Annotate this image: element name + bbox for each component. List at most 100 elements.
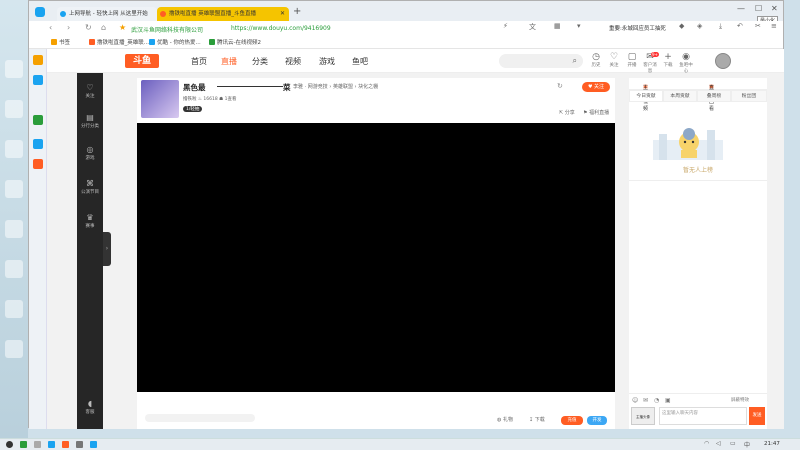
send-button[interactable]: 发送 xyxy=(749,407,765,425)
taskbar-browser-icon[interactable] xyxy=(90,441,97,448)
left-nav-games[interactable]: ◎ 游戏 xyxy=(77,145,103,161)
taskbar-app-icon[interactable] xyxy=(76,441,83,448)
close-button[interactable]: ✕ xyxy=(771,4,778,13)
ime-icon[interactable]: 中 xyxy=(744,440,750,449)
tab-douyu[interactable]: 撸铁啦直播 英雄联盟直播_斗鱼直播 ✕ xyxy=(157,7,289,21)
wechat-icon[interactable] xyxy=(33,115,43,125)
tab-weekly-rank[interactable]: 叠周榜 xyxy=(697,90,731,102)
follow-button[interactable]: ♥ 关注 xyxy=(582,82,610,92)
tab-grid-icon[interactable]: ▦ xyxy=(554,22,561,30)
header-messages[interactable]: ✉ 9+ 客户消息 xyxy=(642,52,659,74)
anchor-avatar[interactable] xyxy=(141,80,179,118)
network-icon[interactable]: ◠ xyxy=(704,440,709,447)
left-nav-category[interactable]: ▤ 分行分类 xyxy=(77,113,103,129)
tab-week[interactable]: 本周贡献 xyxy=(663,90,697,102)
scissors-icon[interactable]: ✂ xyxy=(755,22,761,30)
gift-bar-input[interactable] xyxy=(145,414,255,422)
desktop-icon[interactable] xyxy=(5,340,23,358)
nav-category[interactable]: 分类 xyxy=(252,56,268,67)
emoji-icon[interactable]: ☺ xyxy=(632,397,638,404)
collapse-handle[interactable]: › xyxy=(103,232,111,266)
taskbar-app-icon[interactable] xyxy=(62,441,69,448)
lightning-icon[interactable]: ⚡ xyxy=(503,22,508,30)
start-button[interactable]: 开发 xyxy=(587,416,607,425)
header-download[interactable]: + 下载 xyxy=(660,52,676,68)
shield-effects-toggle[interactable]: 屏蔽特效 xyxy=(731,397,749,403)
star-icon[interactable]: ★ xyxy=(119,23,126,32)
bookmark-item[interactable]: 书签 xyxy=(51,38,70,46)
taskbar-app-icon[interactable] xyxy=(48,441,55,448)
download-icon[interactable]: ⤓ xyxy=(719,22,722,31)
sidebar-app-icon[interactable] xyxy=(33,159,43,169)
taskbar-app-icon[interactable] xyxy=(34,441,41,448)
desktop-strip xyxy=(0,0,28,438)
refresh-icon[interactable]: ↻ xyxy=(85,23,92,32)
url-input[interactable]: https://www.douyu.com/9416909 xyxy=(231,25,331,32)
desktop-icon[interactable] xyxy=(5,180,23,198)
header-broadcast[interactable]: ▢ 开播 xyxy=(624,52,640,68)
bookmark-item[interactable]: 优酷 - 你的热爱... xyxy=(149,38,201,46)
desktop-icon[interactable] xyxy=(5,60,23,78)
translate-icon[interactable]: 文 xyxy=(529,22,536,32)
back-icon[interactable]: ‹ xyxy=(49,23,52,32)
left-nav-follow[interactable]: ♡ 关注 xyxy=(77,83,103,99)
header-yuba-center[interactable]: ◉ 鱼吧中心 xyxy=(678,52,694,74)
nav-yuba[interactable]: 鱼吧 xyxy=(352,56,368,67)
desktop-icon[interactable] xyxy=(5,220,23,238)
report-button[interactable]: ⚑ 福利直播 xyxy=(583,109,609,116)
left-nav-service[interactable]: ◖ 客服 xyxy=(77,399,103,415)
gift-small-icon[interactable]: ✉ xyxy=(643,397,648,404)
game-icon[interactable]: ◈ xyxy=(697,22,702,30)
user-avatar[interactable] xyxy=(715,53,731,69)
desktop-icon[interactable] xyxy=(5,300,23,318)
chat-input[interactable]: 这里输入聊天内容 xyxy=(659,407,747,425)
tab-home[interactable]: 上网导航 - 轻快上网 从这里开始 xyxy=(57,7,157,21)
favorites-icon[interactable] xyxy=(33,55,43,65)
battery-icon[interactable]: ▭ xyxy=(730,440,736,447)
start-icon[interactable] xyxy=(6,441,13,448)
extension-icon[interactable]: ◆ xyxy=(679,22,684,30)
image-icon[interactable]: ▣ xyxy=(665,397,671,404)
maximize-button[interactable]: ☐ xyxy=(755,4,762,13)
header-follow[interactable]: ♡ 关注 xyxy=(606,52,622,68)
header-history[interactable]: ◷ 历史 xyxy=(588,52,604,68)
left-nav-shows[interactable]: ⌘ 公演节目 xyxy=(77,179,103,195)
forward-icon[interactable]: › xyxy=(67,23,70,32)
desktop-icon[interactable] xyxy=(5,100,23,118)
browser-logo-icon[interactable] xyxy=(35,7,45,17)
news-ticker[interactable]: 重要:永城回应员工抽死 xyxy=(609,24,666,32)
new-tab-button[interactable]: + xyxy=(293,6,301,17)
bookmark-item[interactable]: 腾讯云-在线视频2 xyxy=(209,38,261,46)
download-button[interactable]: ↧ 下载 xyxy=(529,416,545,423)
douyu-logo[interactable]: 斗鱼 xyxy=(125,54,159,68)
tab-fans[interactable]: 粉丝团 xyxy=(731,90,767,102)
dropdown-icon[interactable]: ▾ xyxy=(577,22,581,30)
desktop-icon[interactable] xyxy=(5,260,23,278)
refresh-icon[interactable]: ↻ xyxy=(557,82,563,90)
share-button[interactable]: ⇱ 分享 xyxy=(559,109,575,116)
tab-today[interactable]: 今日贡献 xyxy=(629,90,663,102)
recharge-button[interactable]: 充值 xyxy=(561,416,583,425)
left-nav-events[interactable]: ♛ 赛事 xyxy=(77,213,103,229)
nav-home[interactable]: 首页 xyxy=(191,56,207,67)
gift-button[interactable]: ◍ 礼物 xyxy=(497,416,513,423)
desktop-icon[interactable] xyxy=(5,140,23,158)
taskbar-app-icon[interactable] xyxy=(20,441,27,448)
home-icon[interactable]: ⌂ xyxy=(101,23,106,32)
nav-live[interactable]: 直播 xyxy=(221,56,237,67)
bookmark-item[interactable]: 撸铁啦直播_英雄联... xyxy=(89,38,149,46)
minimize-button[interactable]: — xyxy=(737,4,745,13)
sidebar-app-icon[interactable] xyxy=(33,139,43,149)
search-icon[interactable]: ⌕ xyxy=(573,56,577,66)
search-input[interactable]: ⌕ xyxy=(499,54,583,68)
tab-close-icon[interactable]: ✕ xyxy=(280,7,285,21)
undo-icon[interactable]: ↶ xyxy=(737,22,743,30)
volume-icon[interactable]: ◁ xyxy=(716,440,721,447)
room-category[interactable]: 李雅 · 网游竞技 › 英雄联盟 › 块化之棚 xyxy=(293,83,378,90)
fan-badge-icon[interactable]: ◔ xyxy=(654,397,659,404)
video-player[interactable] xyxy=(137,123,615,392)
menu-icon[interactable]: ≡ xyxy=(771,22,777,30)
nav-games[interactable]: 游戏 xyxy=(319,56,335,67)
nav-video[interactable]: 视频 xyxy=(285,56,301,67)
sidebar-app-icon[interactable] xyxy=(33,75,43,85)
